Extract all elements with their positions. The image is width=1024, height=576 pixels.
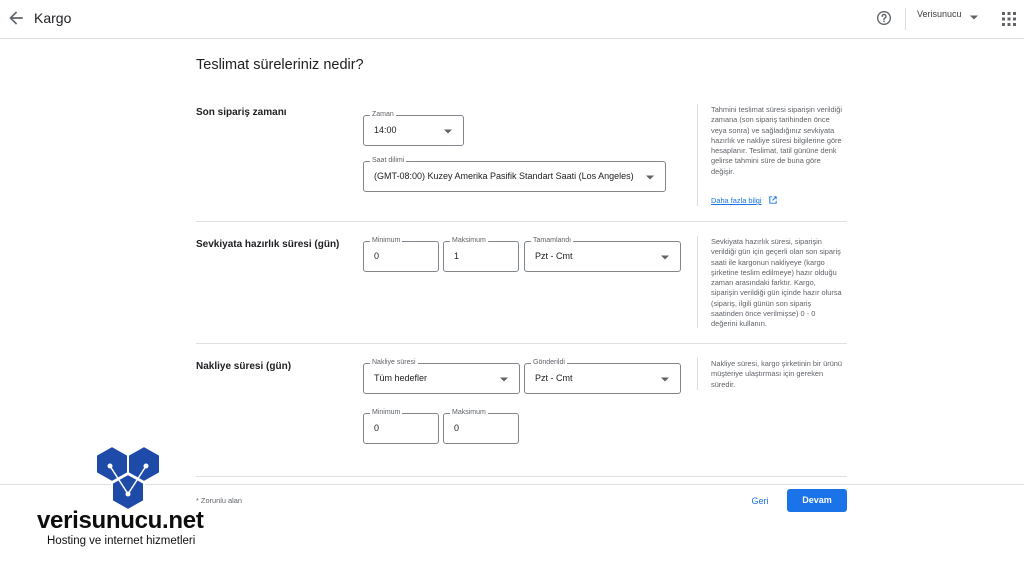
- help-divider: [697, 236, 698, 328]
- transit-days-value: Pzt - Cmt: [535, 373, 573, 383]
- section-title-cutoff: Son sipariş zamanı: [196, 107, 287, 118]
- handling-days-select[interactable]: Tamamlandı Pzt - Cmt: [524, 236, 681, 272]
- continue-button[interactable]: Devam: [787, 489, 847, 512]
- transit-days-label: Gönderildi: [531, 358, 567, 368]
- handling-days-value: Pzt - Cmt: [535, 251, 573, 261]
- transit-max-input[interactable]: Maksimum 0: [443, 408, 519, 444]
- form-heading: Teslimat süreleriniz nedir?: [196, 57, 364, 73]
- transit-min-input[interactable]: Minimum 0: [363, 408, 439, 444]
- timezone-select-value: (GMT-08:00) Kuzey Amerika Pasifik Standa…: [374, 171, 634, 181]
- chevron-down-icon[interactable]: [970, 15, 978, 20]
- transit-min-value: 0: [374, 423, 380, 433]
- section-title-transit: Nakliye süresi (gün): [196, 361, 292, 372]
- account-switcher[interactable]: Verisunucu: [917, 9, 962, 19]
- transit-max-label: Maksimum: [450, 408, 488, 418]
- handling-max-label: Maksimum: [450, 236, 488, 246]
- transit-destination-select[interactable]: Nakliye süresi Tüm hedefler: [363, 358, 520, 394]
- help-divider: [697, 104, 698, 206]
- learn-more-link[interactable]: Daha fazla bilgi: [711, 196, 762, 205]
- handling-min-input[interactable]: Minimum 0: [363, 236, 439, 272]
- transit-destination-value: Tüm hedefler: [374, 373, 428, 383]
- time-select-label: Zaman: [370, 110, 396, 120]
- apps-grid-icon[interactable]: [1002, 12, 1016, 26]
- handling-max-value: 1: [454, 251, 460, 261]
- transit-days-select[interactable]: Gönderildi Pzt - Cmt: [524, 358, 681, 394]
- arrow-back-icon[interactable]: [6, 8, 26, 28]
- back-button[interactable]: Geri: [742, 491, 778, 511]
- page-title: Kargo: [34, 10, 72, 26]
- transit-destination-label: Nakliye süresi: [370, 358, 418, 368]
- timezone-select[interactable]: Saat dilimi (GMT-08:00) Kuzey Amerika Pa…: [363, 156, 666, 192]
- help-icon[interactable]: [876, 10, 892, 26]
- watermark-tagline: Hosting ve internet hizmetleri: [47, 535, 196, 547]
- open-in-new-icon[interactable]: [769, 196, 777, 204]
- handling-max-input[interactable]: Maksimum 1: [443, 236, 519, 272]
- section-divider: [196, 221, 847, 222]
- watermark-brand: verisunucu.net: [37, 507, 204, 534]
- time-select-value: 14:00: [374, 125, 397, 135]
- toolbar-divider: [905, 8, 906, 30]
- help-divider: [697, 358, 698, 390]
- chevron-down-icon: [661, 255, 669, 260]
- section-title-handling: Sevkiyata hazırlık süresi (gün): [196, 239, 340, 250]
- chevron-down-icon: [646, 175, 654, 180]
- section-divider: [196, 343, 847, 344]
- chevron-down-icon: [500, 377, 508, 382]
- handling-days-label: Tamamlandı: [531, 236, 574, 246]
- help-text-transit: Nakliye süresi, kargo şirketinin bir ürü…: [711, 359, 843, 389]
- timezone-select-label: Saat dilimi: [370, 156, 407, 166]
- section-divider: [196, 476, 847, 477]
- chevron-down-icon: [444, 129, 452, 134]
- chevron-down-icon: [661, 377, 669, 382]
- handling-min-value: 0: [374, 251, 380, 261]
- help-text-handling: Sevkiyata hazırlık süresi, siparişin ver…: [711, 237, 842, 329]
- transit-max-value: 0: [454, 423, 460, 433]
- help-text-cutoff: Tahmini teslimat süresi siparişin verild…: [711, 105, 843, 176]
- time-select[interactable]: Zaman 14:00: [363, 110, 464, 146]
- transit-min-label: Minimum: [370, 408, 403, 418]
- top-app-bar: Kargo Verisunucu: [0, 0, 1024, 39]
- handling-min-label: Minimum: [370, 236, 403, 246]
